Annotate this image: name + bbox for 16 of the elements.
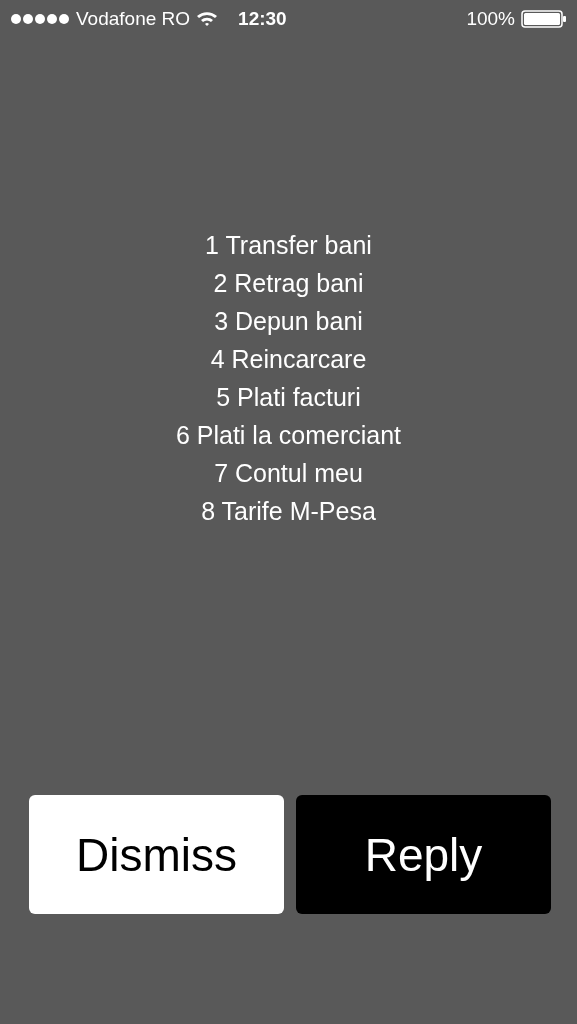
menu-option: 5 Plati facturi xyxy=(216,378,361,416)
signal-icon xyxy=(10,13,70,25)
menu-option: 3 Depun bani xyxy=(214,302,363,340)
battery-icon xyxy=(521,10,567,28)
reply-button[interactable]: Reply xyxy=(296,795,551,914)
carrier-name: Vodafone RO xyxy=(76,8,191,30)
menu-option: 2 Retrag bani xyxy=(213,264,364,302)
menu-option: 7 Contul meu xyxy=(214,454,363,492)
menu-option: 8 Tarife M-Pesa xyxy=(201,492,376,530)
menu-option: 1 Transfer bani xyxy=(205,226,372,264)
menu-option: 4 Reincarcare xyxy=(210,340,367,378)
battery-percentage: 100% xyxy=(466,8,515,30)
menu-option: 6 Plati la comerciant xyxy=(175,416,402,454)
status-time: 12:30 xyxy=(238,8,287,30)
dismiss-button[interactable]: Dismiss xyxy=(29,795,284,914)
wifi-icon xyxy=(196,11,219,27)
